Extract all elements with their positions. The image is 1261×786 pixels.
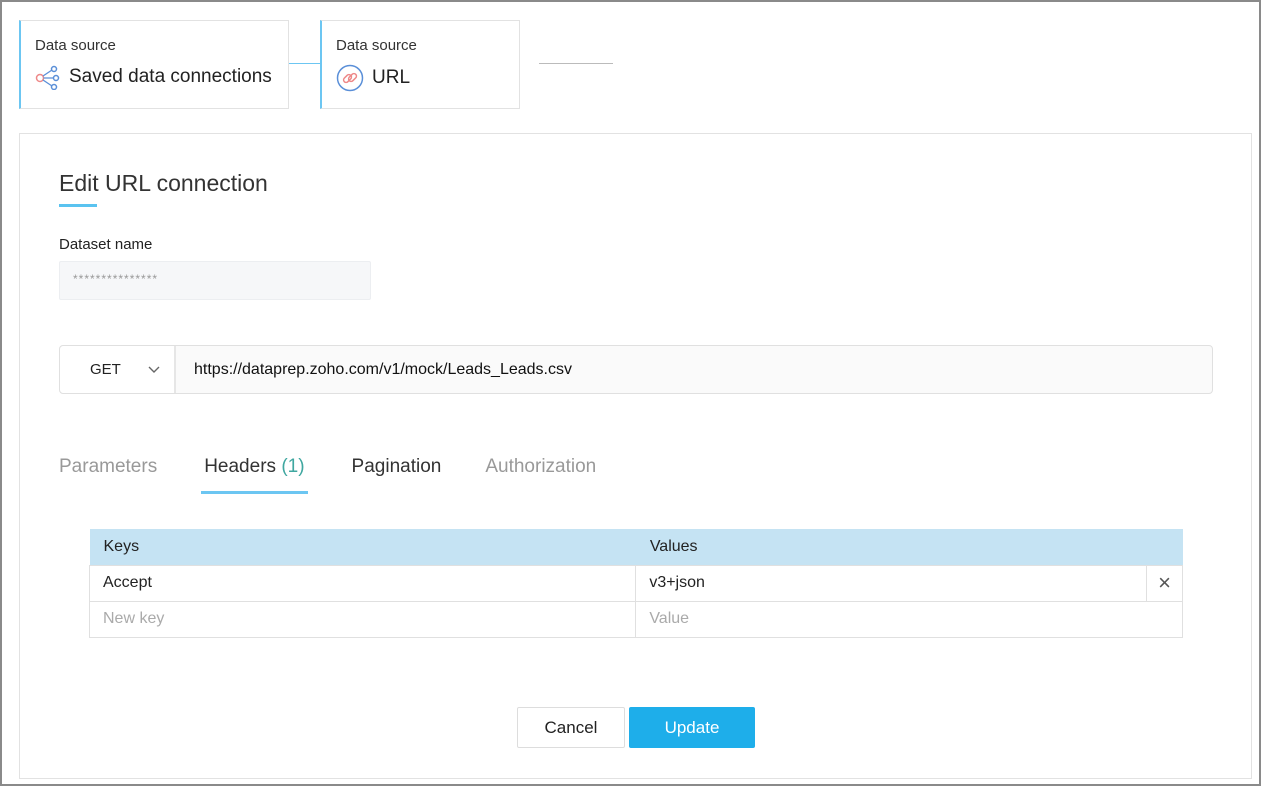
step-label: Data source <box>35 37 116 54</box>
chevron-down-icon <box>148 366 160 373</box>
tab-headers-label: Headers <box>204 456 277 477</box>
values-header: Values <box>635 529 1183 565</box>
close-icon[interactable]: × <box>1146 564 1183 602</box>
cancel-button[interactable]: Cancel <box>517 707 625 748</box>
table-row: Accept v3+json × <box>88 564 1183 602</box>
tab-bar: Parameters Headers (1) Pagination Author… <box>59 456 640 494</box>
page-title: Edit URL connection <box>59 170 268 196</box>
headers-table: Keys Values Accept v3+json × New key Value <box>88 529 1183 638</box>
key-input[interactable]: Accept <box>88 564 637 602</box>
tab-parameters[interactable]: Parameters <box>59 456 157 494</box>
value-input[interactable]: v3+json <box>635 564 1147 602</box>
step-value: Saved data connections <box>69 66 272 87</box>
headers-count: (1) <box>281 456 305 477</box>
share-icon <box>35 65 60 90</box>
request-bar: GET https://dataprep.zoho.com/v1/mock/Le… <box>59 345 1213 394</box>
new-key-input[interactable]: New key <box>88 600 637 638</box>
new-value-input[interactable]: Value <box>635 600 1183 638</box>
update-button[interactable]: Update <box>629 707 755 748</box>
url-input[interactable]: https://dataprep.zoho.com/v1/mock/Leads_… <box>176 346 1212 393</box>
method-value: GET <box>90 361 121 378</box>
method-select[interactable]: GET <box>60 346 176 393</box>
step-saved-connections[interactable]: Data source Saved data connections <box>19 20 289 109</box>
step-url[interactable]: Data source URL <box>320 20 520 109</box>
table-row-new: New key Value <box>88 600 1183 638</box>
step-connector-pending <box>539 63 613 64</box>
dataset-name-input[interactable]: *************** <box>59 261 371 300</box>
keys-header: Keys <box>89 529 636 565</box>
tab-pagination[interactable]: Pagination <box>352 456 442 494</box>
dataset-name-label: Dataset name <box>59 236 153 253</box>
step-value: URL <box>372 67 411 88</box>
step-connector <box>289 63 321 64</box>
tab-authorization[interactable]: Authorization <box>485 456 596 494</box>
tab-headers[interactable]: Headers (1) <box>201 456 308 494</box>
step-label: Data source <box>336 37 417 54</box>
link-icon <box>336 64 364 92</box>
title-underline <box>59 204 97 207</box>
edit-url-panel: Edit URL connection Dataset name *******… <box>19 133 1252 779</box>
